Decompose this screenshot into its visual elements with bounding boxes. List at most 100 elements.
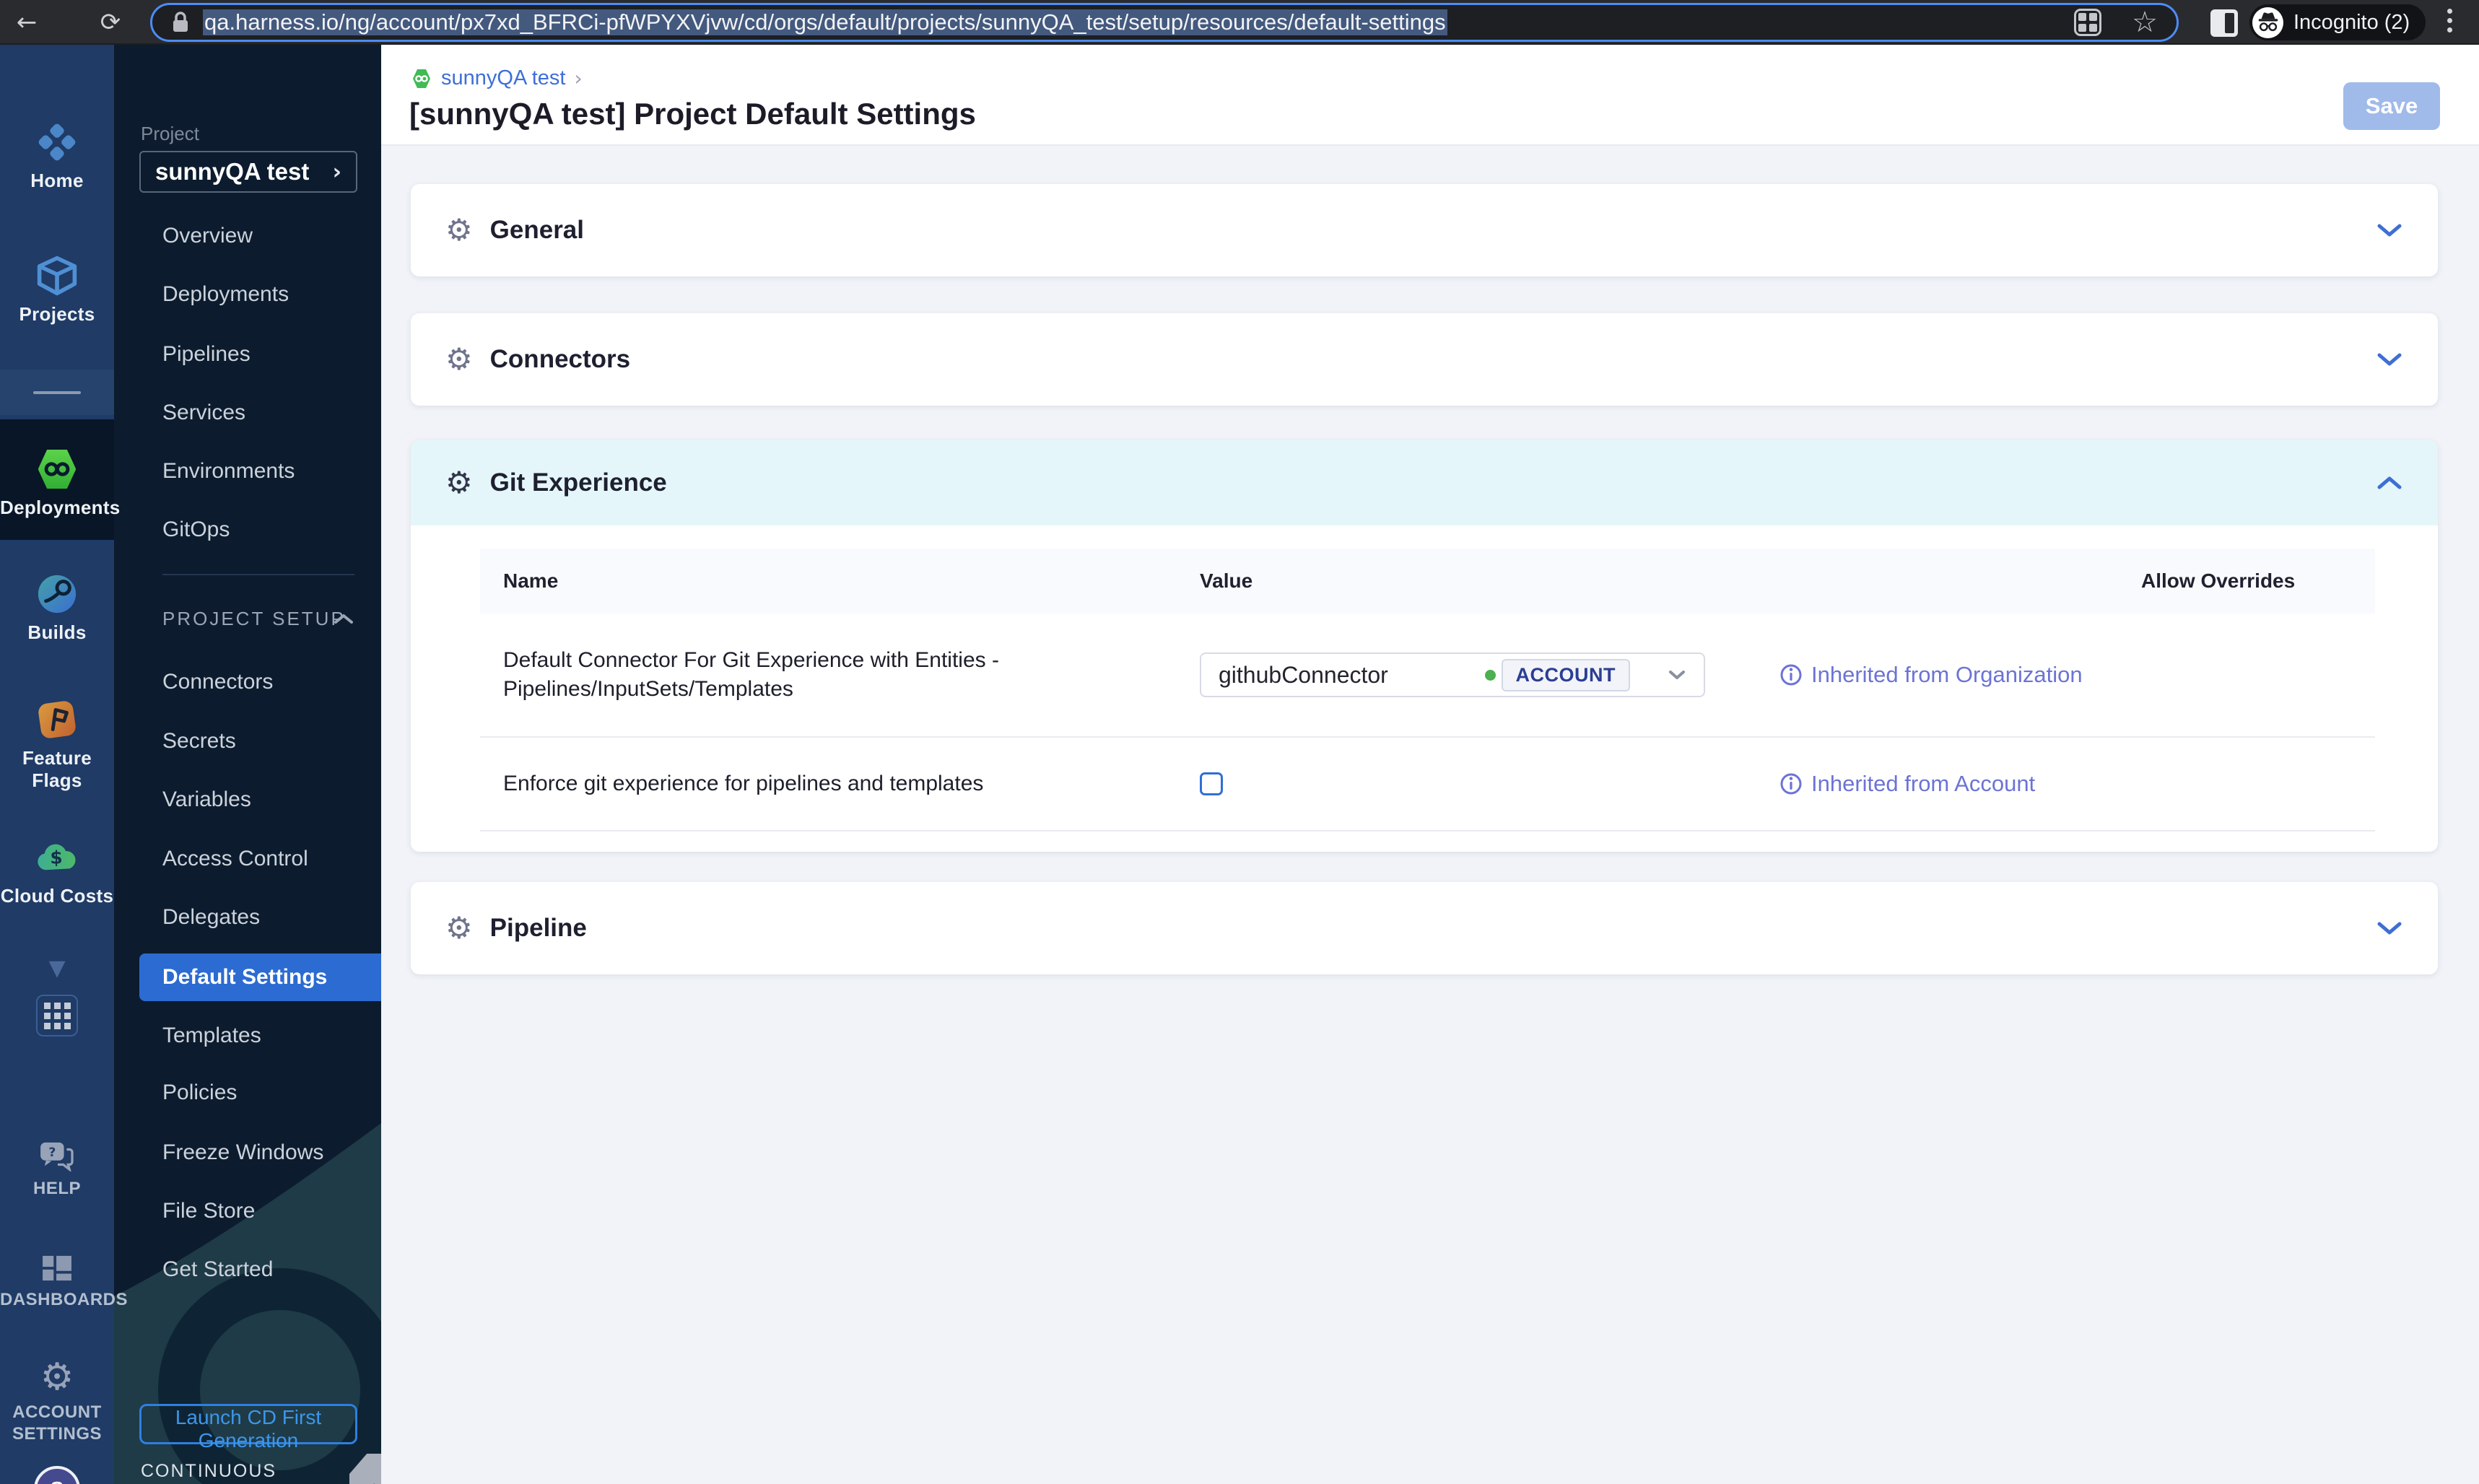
incognito-icon — [2252, 6, 2283, 38]
project-setup-header[interactable]: PROJECT SETUP — [162, 603, 354, 634]
nav-item-get-started[interactable]: Get Started — [162, 1254, 273, 1286]
gear-icon: ⚙ — [445, 341, 473, 377]
nav-item-freeze-windows[interactable]: Freeze Windows — [162, 1137, 323, 1169]
page-header: sunnyQA test › [sunnyQA test] Project De… — [381, 45, 2479, 146]
avatar-letter: S — [51, 1478, 64, 1484]
lock-icon — [173, 12, 188, 32]
nav-item-variables[interactable]: Variables — [162, 784, 251, 816]
nav-item-connectors[interactable]: Connectors — [162, 666, 273, 698]
column-header-allow-overrides: Allow Overrides — [2141, 569, 2296, 592]
nav-item-services[interactable]: Services — [162, 397, 245, 429]
back-icon[interactable]: ← — [9, 4, 45, 40]
rail-item-home[interactable]: Home — [0, 120, 114, 192]
chevron-up-icon[interactable] — [2376, 475, 2403, 491]
account-settings-gear-icon: ⚙ — [40, 1356, 74, 1399]
help-icon: ? — [0, 1139, 114, 1174]
accordion-connectors: ⚙ Connectors — [411, 313, 2438, 406]
connector-select[interactable]: githubConnector ACCOUNT — [1200, 652, 1705, 697]
nav-item-delegates[interactable]: Delegates — [162, 902, 260, 933]
incognito-label: Incognito (2) — [2293, 10, 2410, 34]
user-avatar[interactable]: S — [34, 1466, 80, 1484]
cloud-costs-icon: $ — [0, 835, 114, 880]
accordion-general-header[interactable]: ⚙ General — [411, 184, 2438, 276]
project-section-label: Project — [141, 123, 199, 144]
nav-item-secrets[interactable]: Secrets — [162, 725, 236, 757]
browser-toolbar: ← ⟳ qa.harness.io/ng/account/px7xd_BFRCi… — [0, 0, 2479, 45]
sidebar-collapse-handle[interactable]: ◀ — [349, 1454, 381, 1484]
enforce-git-checkbox[interactable] — [1200, 772, 1223, 795]
section-label: Git Experience — [489, 468, 667, 497]
module-rail: Home Projects Deployments Builds Feature… — [0, 45, 128, 1484]
inherited-label: Inherited from Account — [1811, 771, 2036, 796]
cd-module-icon — [413, 69, 430, 88]
rail-item-cloud-costs[interactable]: $ Cloud Costs — [0, 835, 114, 907]
gear-code-icon: ⚙ — [445, 465, 473, 500]
rail-collapse-icon[interactable]: ▼ — [0, 956, 114, 981]
nav-item-environments[interactable]: Environments — [162, 455, 295, 487]
project-sidebar: Project sunnyQA test › Overview Deployme… — [114, 45, 381, 1484]
rail-item-projects[interactable]: Projects — [0, 253, 114, 326]
rail-label: ACCOUNT — [12, 1402, 102, 1422]
scope-badge: ACCOUNT — [1501, 658, 1630, 691]
project-name: sunnyQA test — [155, 158, 310, 185]
rail-label: Cloud Costs — [0, 885, 114, 907]
bookmark-star-icon[interactable]: ☆ — [2132, 8, 2158, 37]
connector-value: githubConnector — [1219, 661, 1388, 688]
rail-divider — [0, 370, 114, 415]
chevron-down-icon[interactable] — [1668, 669, 1686, 681]
nav-item-default-settings-active[interactable]: Default Settings — [139, 953, 381, 1001]
nav-item-access-control[interactable]: Access Control — [162, 843, 308, 875]
nav-item-policies[interactable]: Policies — [162, 1077, 237, 1109]
rail-label: SETTINGS — [12, 1424, 102, 1444]
rail-item-feature-flags[interactable]: Feature Flags — [0, 697, 114, 792]
home-icon — [0, 120, 114, 165]
refresh-icon[interactable]: ⟳ — [92, 4, 128, 40]
builds-icon — [0, 572, 114, 616]
setting-name: Default Connector For Git Experience wit… — [503, 648, 999, 701]
chevron-right-icon: › — [332, 159, 341, 185]
chevron-down-icon[interactable] — [2376, 920, 2403, 936]
setting-name: Enforce git experience for pipelines and… — [503, 772, 984, 795]
nav-item-templates[interactable]: Templates — [162, 1020, 261, 1052]
rail-item-deployments[interactable]: Deployments — [0, 419, 120, 540]
info-icon — [1780, 773, 1802, 795]
nav-item-pipelines[interactable]: Pipelines — [162, 339, 250, 370]
chevron-down-icon[interactable] — [2376, 352, 2403, 367]
incognito-badge[interactable]: Incognito (2) — [2249, 4, 2426, 40]
chevron-down-icon[interactable] — [2376, 222, 2403, 238]
rail-item-account-settings[interactable]: ⚙ ACCOUNT SETTINGS — [0, 1357, 114, 1444]
browser-menu-icon[interactable] — [2447, 9, 2452, 32]
inherited-from-org-link[interactable]: Inherited from Organization — [1779, 662, 2083, 688]
accordion-pipeline-header[interactable]: ⚙ Pipeline — [411, 882, 2438, 974]
rail-label: Home — [30, 170, 84, 191]
nav-item-file-store[interactable]: File Store — [162, 1195, 255, 1227]
breadcrumb-project-link[interactable]: sunnyQA test — [441, 66, 566, 90]
rail-item-builds[interactable]: Builds — [0, 572, 114, 644]
accordion-git-header[interactable]: ⚙ Git Experience — [411, 440, 2438, 525]
nav-item-deployments[interactable]: Deployments — [162, 279, 289, 310]
collapse-left-icon: ◀ — [360, 1479, 375, 1484]
rail-label: Feature Flags — [22, 747, 92, 791]
section-label: General — [489, 216, 585, 244]
rail-label: Builds — [27, 621, 87, 643]
rail-label: Projects — [19, 303, 95, 325]
save-button[interactable]: Save — [2343, 82, 2440, 130]
section-label: Connectors — [489, 345, 631, 373]
tab-groups-icon[interactable] — [2074, 9, 2102, 36]
column-header-value: Value — [1200, 569, 1253, 592]
project-selector[interactable]: sunnyQA test › — [139, 151, 357, 193]
info-icon — [1780, 664, 1802, 686]
rail-item-dashboards[interactable]: DASHBOARDS — [0, 1252, 128, 1310]
rail-item-help[interactable]: ? HELP — [0, 1139, 114, 1199]
launch-cd-first-gen-button[interactable]: Launch CD First Generation — [139, 1404, 357, 1452]
section-label: Pipeline — [489, 914, 587, 942]
url-text[interactable]: qa.harness.io/ng/account/px7xd_BFRCi-pfW… — [203, 9, 1447, 35]
side-panel-icon[interactable] — [2210, 9, 2238, 37]
divider — [162, 574, 354, 575]
inherited-from-account-link[interactable]: Inherited from Account — [1779, 771, 2035, 797]
nav-item-overview[interactable]: Overview — [162, 220, 253, 252]
url-bar[interactable]: qa.harness.io/ng/account/px7xd_BFRCi-pfW… — [150, 3, 2179, 42]
module-picker-icon[interactable] — [36, 995, 78, 1036]
accordion-connectors-header[interactable]: ⚙ Connectors — [411, 313, 2438, 406]
nav-item-gitops[interactable]: GitOps — [162, 514, 230, 546]
